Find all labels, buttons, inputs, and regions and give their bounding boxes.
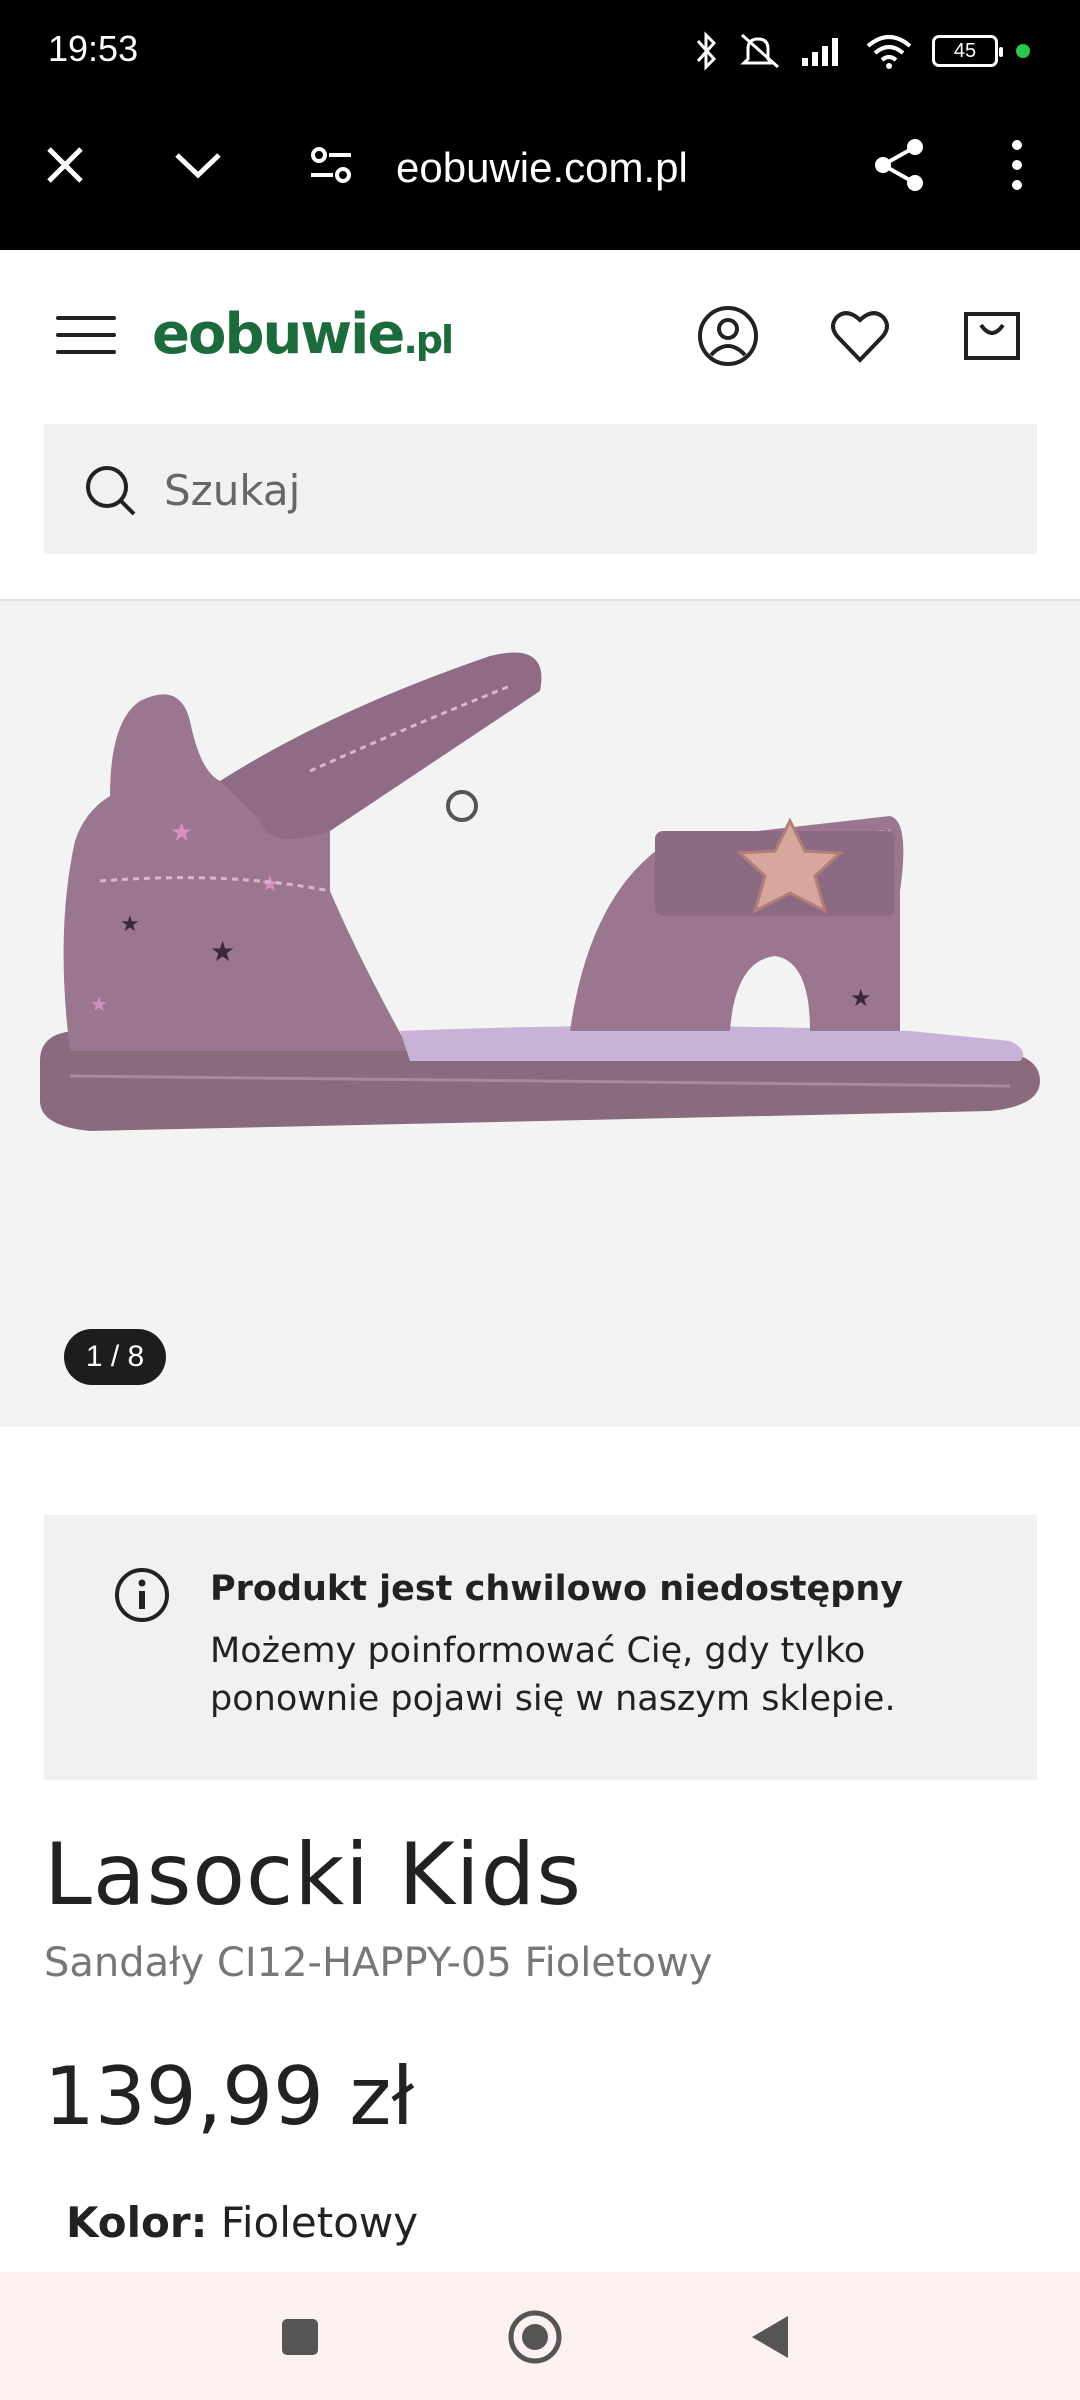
home-circle-icon [508, 2310, 562, 2364]
status-time: 19:53 [48, 28, 139, 69]
site-header: eobuwie.pl [0, 250, 1080, 425]
svg-text:★: ★ [90, 992, 108, 1016]
wifi-icon [866, 35, 912, 69]
more-vert-icon [1012, 140, 1022, 190]
account-button[interactable] [696, 304, 760, 368]
signal-icon [802, 38, 838, 66]
square-icon [282, 2319, 318, 2355]
cart-icon [964, 312, 1020, 360]
close-icon [47, 147, 83, 183]
menu-icon[interactable] [56, 312, 116, 358]
availability-notice: Produkt jest chwilowo niedostępny Możemy… [44, 1515, 1037, 1780]
user-icon [698, 306, 758, 366]
svg-text:★: ★ [120, 912, 140, 937]
battery-indicator: 45 [932, 35, 1003, 67]
notice-text: Możemy poinformować Cię, gdy tylko ponow… [210, 1631, 896, 1719]
collapse-button[interactable] [163, 130, 233, 200]
tune-icon [311, 147, 351, 183]
privacy-dot-icon [1016, 44, 1030, 58]
product-color: Kolor: Fioletowy [66, 2198, 418, 2247]
home-button[interactable] [500, 2302, 570, 2372]
back-button[interactable] [735, 2302, 805, 2372]
wishlist-button[interactable] [828, 304, 892, 368]
site-settings-button[interactable] [296, 130, 366, 200]
svg-text:★: ★ [260, 872, 280, 897]
mute-icon [740, 33, 779, 69]
heart-icon [831, 311, 889, 363]
site-logo[interactable]: eobuwie.pl [152, 302, 454, 367]
color-value: Fioletowy [220, 2198, 419, 2247]
image-counter: 1 / 8 [64, 1329, 166, 1385]
address-bar-url[interactable]: eobuwie.com.pl [396, 144, 688, 192]
svg-text:★: ★ [850, 984, 872, 1012]
logo-suffix: .pl [403, 318, 454, 362]
svg-text:★: ★ [170, 818, 193, 848]
product-gallery[interactable]: ★ ★ ★ ★ ★ ★ 1 / 8 [0, 601, 1080, 1427]
recents-button[interactable] [265, 2302, 335, 2372]
color-label: Kolor: [66, 2198, 208, 2247]
product-price: 139,99 zł [44, 2050, 415, 2143]
notice-title: Produkt jest chwilowo niedostępny [210, 1569, 904, 1609]
status-icons: 45 [694, 26, 1030, 76]
search-bar[interactable] [44, 424, 1037, 554]
product-brand[interactable]: Lasocki Kids [44, 1825, 582, 1925]
logo-main: eobuwie [152, 302, 405, 367]
cart-button[interactable] [960, 304, 1024, 368]
share-icon [875, 139, 923, 191]
close-tab-button[interactable] [30, 130, 100, 200]
chevron-down-icon [175, 153, 221, 179]
search-input[interactable] [164, 460, 964, 520]
info-icon [115, 1568, 169, 1622]
bluetooth-icon [696, 31, 717, 71]
search-icon [86, 466, 136, 516]
product-image[interactable]: ★ ★ ★ ★ ★ ★ [30, 631, 1050, 1191]
status-bar: 19:53 45 [0, 0, 1080, 100]
back-triangle-icon [752, 2316, 788, 2358]
svg-text:★: ★ [210, 935, 235, 968]
browser-toolbar: eobuwie.com.pl [0, 100, 1080, 250]
share-button[interactable] [864, 130, 934, 200]
product-name: Sandały CI12-HAPPY-05 Fioletowy [44, 1940, 713, 1986]
system-nav-bar [0, 2272, 1080, 2400]
browser-menu-button[interactable] [982, 130, 1052, 200]
